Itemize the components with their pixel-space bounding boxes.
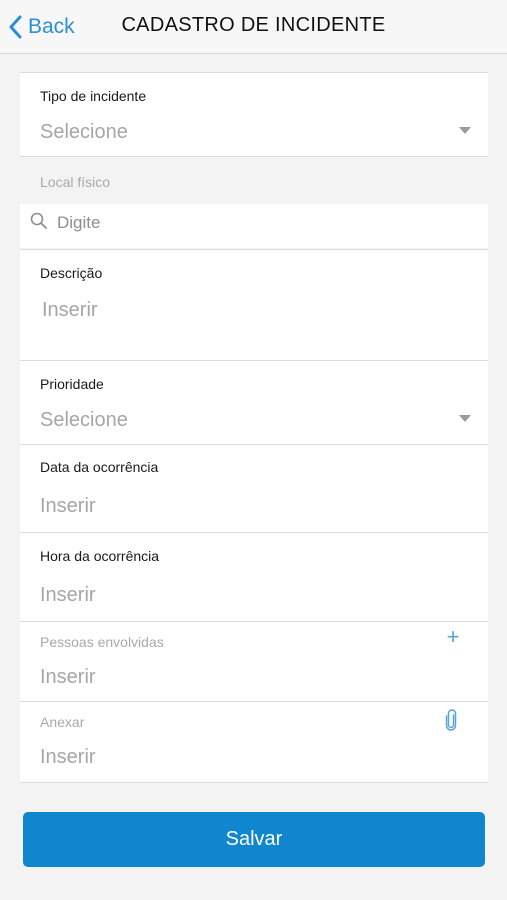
pessoas-envolvidas-input[interactable]: Inserir: [40, 666, 96, 689]
divider: [20, 156, 488, 157]
local-fisico-input[interactable]: Digite: [57, 213, 100, 233]
hora-ocorrencia-field[interactable]: [20, 533, 488, 621]
navigation-bar: Back CADASTRO DE INCIDENTE: [0, 0, 507, 54]
anexar-label: Anexar: [40, 714, 85, 730]
tipo-incidente-label: Tipo de incidente: [40, 88, 147, 104]
prioridade-label: Prioridade: [40, 376, 104, 392]
descricao-label: Descrição: [40, 265, 103, 281]
data-ocorrencia-input[interactable]: Inserir: [40, 495, 96, 518]
hora-ocorrencia-label: Hora da ocorrência: [40, 548, 160, 564]
data-ocorrencia-label: Data da ocorrência: [40, 459, 159, 475]
search-icon: [30, 212, 47, 229]
prioridade-select[interactable]: Selecione: [40, 409, 128, 432]
dropdown-arrow-icon: [459, 127, 471, 134]
anexar-input[interactable]: Inserir: [40, 746, 96, 769]
plus-icon[interactable]: +: [444, 626, 462, 648]
paperclip-icon[interactable]: [444, 709, 458, 731]
local-fisico-label: Local físico: [40, 174, 111, 190]
save-button[interactable]: Salvar: [23, 812, 485, 867]
save-button-label: Salvar: [225, 828, 283, 850]
tipo-incidente-select[interactable]: Selecione: [40, 121, 128, 144]
hora-ocorrencia-input[interactable]: Inserir: [40, 584, 96, 607]
divider: [20, 72, 488, 73]
descricao-input[interactable]: Inserir: [42, 299, 98, 322]
divider: [20, 782, 488, 783]
dropdown-arrow-icon: [459, 415, 471, 422]
pessoas-envolvidas-label: Pessoas envolvidas: [40, 634, 164, 650]
anexar-field[interactable]: [20, 702, 488, 782]
page-title: CADASTRO DE INCIDENTE: [121, 14, 386, 36]
